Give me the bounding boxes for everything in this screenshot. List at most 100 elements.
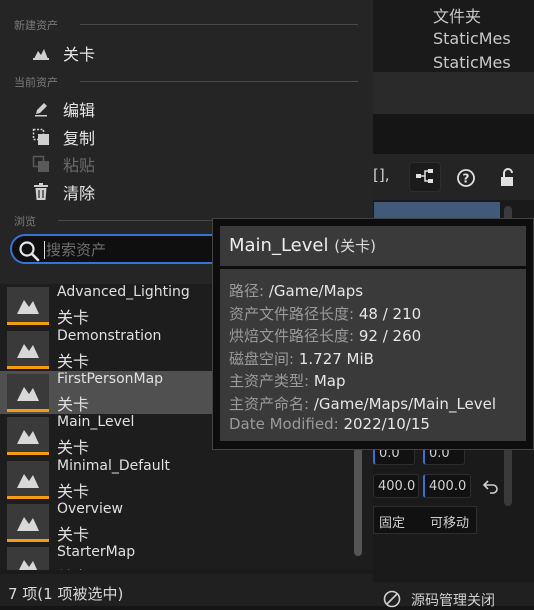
asset-name: Minimal_Default xyxy=(57,458,170,474)
asset-thumbnail xyxy=(7,287,49,325)
section-new-asset: 新建资产 xyxy=(14,19,58,32)
tooltip-key: 路径: xyxy=(229,282,265,300)
menu-item-label: 粘贴 xyxy=(63,156,96,175)
help-button[interactable]: ? xyxy=(449,162,481,192)
level-icon xyxy=(17,344,39,358)
asset-type: 关卡 xyxy=(57,525,90,544)
asset-type: 关卡 xyxy=(57,352,90,371)
asset-type: 关卡 xyxy=(57,482,90,501)
tooltip-key: 主资产类型: xyxy=(229,372,310,390)
asset-name: FirstPersonMap xyxy=(57,371,164,387)
level-icon xyxy=(17,300,39,314)
hierarchy-button[interactable] xyxy=(409,162,441,192)
level-icon xyxy=(19,560,38,570)
asset-thumbnail xyxy=(7,461,49,499)
tooltip-asset-path-length: 资产文件路径长度: 48 / 210 xyxy=(229,303,421,324)
tooltip-key: Date Modified: xyxy=(229,415,339,433)
level-icon xyxy=(17,430,39,444)
menu-item-copy[interactable]: 复制 xyxy=(30,125,95,149)
tooltip-primary-asset-type: 主资产类型: Map xyxy=(229,370,346,391)
asset-name: StarterMap xyxy=(57,544,136,560)
asset-type-color-bar xyxy=(7,539,49,542)
tooltip-header: Main_Level (关卡) xyxy=(220,226,526,266)
asset-thumbnail xyxy=(7,374,49,412)
asset-type-cell: 文件夹 xyxy=(433,7,482,26)
tooltip-value: 2022/10/15 xyxy=(343,415,430,433)
menu-item-label: 复制 xyxy=(63,129,96,148)
tooltip-key: 资产文件路径长度: xyxy=(229,305,355,323)
source-control-label: 源码管理关闭 xyxy=(411,593,495,609)
asset-name: Demonstration xyxy=(57,328,162,344)
trash-icon xyxy=(30,182,52,202)
tooltip-date-modified: Date Modified: 2022/10/15 xyxy=(229,415,430,433)
asset-thumbnail xyxy=(7,504,49,542)
status-text: 7 项(1 项被选中) xyxy=(8,585,124,603)
no-source-control-icon xyxy=(383,590,401,608)
hierarchy-icon xyxy=(416,169,433,183)
asset-row-startermap[interactable]: StarterMap 关卡 xyxy=(0,544,353,570)
asset-type-color-bar xyxy=(7,452,49,455)
asset-type-color-bar xyxy=(7,409,49,412)
tooltip-primary-asset-name: 主资产命名: /Game/Maps/Main_Level xyxy=(229,393,496,414)
level-icon xyxy=(17,517,39,531)
tooltip-value: 1.727 MiB xyxy=(298,350,374,368)
tooltip-value: 92 / 260 xyxy=(358,327,422,345)
asset-type: 关卡 xyxy=(57,395,90,414)
asset-type-color-bar xyxy=(7,496,49,499)
menu-item-label: 清除 xyxy=(63,184,96,203)
panel-header xyxy=(373,114,534,154)
level-icon xyxy=(17,387,39,401)
paste-icon xyxy=(30,154,52,174)
level-icon xyxy=(17,474,39,488)
asset-name: Overview xyxy=(57,501,123,517)
menu-item-label: 编辑 xyxy=(63,101,96,120)
asset-row-overview[interactable]: Overview 关卡 xyxy=(0,501,353,544)
asset-type: 关卡 xyxy=(57,564,89,570)
asset-thumbnail xyxy=(7,331,49,369)
level-icon xyxy=(30,43,52,63)
divider xyxy=(80,81,358,82)
pencil-icon xyxy=(30,99,52,119)
divider xyxy=(80,24,358,25)
tooltip-title: Main_Level xyxy=(229,235,329,256)
mobility-selector[interactable]: 固定 可移动 xyxy=(373,506,477,534)
svg-text:?: ? xyxy=(463,172,470,186)
scale-field[interactable]: 400.0 xyxy=(373,474,419,498)
menu-item-paste[interactable]: 粘贴 xyxy=(30,152,95,176)
tooltip-disk-size: 磁盘空间: 1.727 MiB xyxy=(229,348,374,369)
tooltip-asset-type: (关卡) xyxy=(334,237,376,255)
search-icon xyxy=(19,241,40,262)
asset-picker-menu: 新建资产 关卡 当前资产 编辑 复制 粘贴 清除 浏览 xyxy=(0,0,373,232)
asset-type-cell: StaticMes xyxy=(433,53,511,72)
tooltip-body: 路径: /Game/Maps 资产文件路径长度: 48 / 210 烘焙文件路径… xyxy=(220,269,526,441)
source-control-bar[interactable]: 源码管理关闭 xyxy=(373,582,534,609)
menu-item-label: 关卡 xyxy=(63,45,96,64)
asset-type-color-bar xyxy=(7,322,49,325)
tooltip-key: 磁盘空间: xyxy=(229,350,295,368)
tooltip-cooked-path-length: 烘焙文件路径长度: 92 / 260 xyxy=(229,325,421,346)
lock-button[interactable] xyxy=(490,162,522,192)
asset-tooltip: Main_Level (关卡) 路径: /Game/Maps 资产文件路径长度:… xyxy=(212,218,534,450)
search-input[interactable] xyxy=(44,238,218,262)
tooltip-value: Map xyxy=(313,372,346,390)
tooltip-value: /Game/Maps xyxy=(268,282,364,300)
tooltip-value: 48 / 210 xyxy=(358,305,422,323)
asset-row-minimal-default[interactable]: Minimal_Default 关卡 xyxy=(0,458,353,501)
asset-type: 关卡 xyxy=(57,308,90,327)
mobility-movable[interactable]: 可移动 xyxy=(430,512,474,531)
menu-item-edit[interactable]: 编辑 xyxy=(30,97,95,121)
menu-item-new-level[interactable]: 关卡 xyxy=(30,41,95,65)
asset-thumbnail xyxy=(7,547,49,570)
panel-strip xyxy=(373,72,534,114)
text-caret xyxy=(44,241,45,259)
asset-type-cell: StaticMes xyxy=(433,29,511,48)
menu-item-clear[interactable]: 清除 xyxy=(30,180,95,204)
asset-name: Main_Level xyxy=(57,414,135,430)
tooltip-key: 烘焙文件路径长度: xyxy=(229,327,355,345)
mobility-fixed[interactable]: 固定 xyxy=(379,512,405,531)
scale-field[interactable]: 400.0 xyxy=(423,474,471,498)
reset-arrow-icon[interactable] xyxy=(482,478,500,494)
section-current-asset: 当前资产 xyxy=(14,76,58,89)
unlock-icon xyxy=(501,168,513,186)
copy-icon xyxy=(30,127,52,147)
